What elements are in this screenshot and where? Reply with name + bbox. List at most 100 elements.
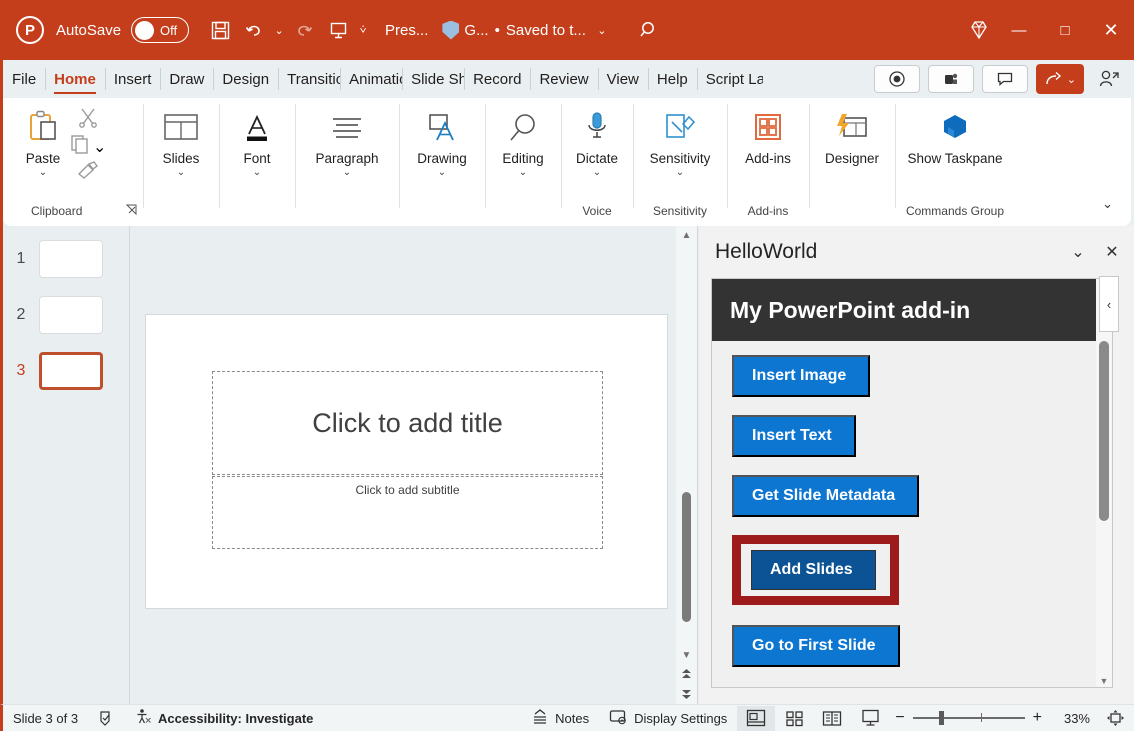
scrollbar-thumb[interactable] (682, 492, 691, 622)
task-pane-collapse-handle[interactable]: ‹ (1099, 276, 1119, 332)
dictate-dropdown-icon[interactable]: ⌄ (593, 168, 601, 178)
tab-transitions[interactable]: Transitior (278, 60, 340, 98)
thumbnail-preview[interactable] (39, 296, 103, 334)
tab-view[interactable]: View (598, 60, 648, 98)
paragraph-dropdown-icon[interactable]: ⌄ (343, 168, 351, 178)
save-icon[interactable] (203, 13, 237, 47)
undo-dropdown-icon[interactable]: ⌄ (271, 24, 287, 37)
drawing-button[interactable]: Drawing ⌄ (411, 104, 473, 180)
undo-icon[interactable] (237, 13, 271, 47)
copilot-diamond-icon[interactable] (962, 13, 996, 47)
zoom-in-button[interactable]: + (1033, 709, 1042, 727)
title-placeholder[interactable]: Click to add title (212, 371, 603, 475)
fit-to-window-button[interactable] (1096, 706, 1134, 731)
minimize-button[interactable]: — (996, 0, 1042, 60)
designer-button[interactable]: Designer (819, 104, 885, 169)
ribbon-collapse-icon[interactable]: ⌄ (1102, 196, 1113, 212)
format-painter-icon[interactable] (76, 160, 100, 185)
autosave-toggle[interactable]: Off (131, 17, 189, 43)
get-slide-metadata-button[interactable]: Get Slide Metadata (732, 475, 919, 517)
tab-animations[interactable]: Animatio (340, 60, 402, 98)
insert-text-button[interactable]: Insert Text (732, 415, 856, 457)
slides-button[interactable]: Slides ⌄ (155, 104, 207, 180)
tab-script-lab[interactable]: Script Lab (697, 60, 763, 98)
reading-view-button[interactable] (813, 706, 851, 731)
redo-icon[interactable] (287, 13, 321, 47)
sensitivity-dropdown-icon[interactable]: ⌄ (676, 168, 684, 178)
search-icon[interactable] (632, 13, 666, 47)
maximize-button[interactable]: □ (1042, 0, 1088, 60)
zoom-out-button[interactable]: − (895, 709, 904, 727)
slides-dropdown-icon[interactable]: ⌄ (177, 168, 185, 178)
clipboard-dialog-launcher[interactable] (126, 204, 137, 218)
accessibility-status[interactable]: Accessibility: Investigate (125, 708, 323, 728)
record-button[interactable] (874, 65, 920, 93)
go-to-first-slide-button[interactable]: Go to First Slide (732, 625, 900, 667)
add-slides-button[interactable]: Add Slides (751, 550, 876, 590)
close-button[interactable]: ✕ (1088, 0, 1134, 60)
copy-dropdown-icon[interactable]: ⌄ (93, 137, 106, 157)
thumbnail-slide-1[interactable]: 1 (3, 240, 129, 278)
tab-home[interactable]: Home (45, 60, 105, 98)
canvas-vertical-scrollbar[interactable]: ▲ ▼ (676, 226, 698, 704)
tab-insert[interactable]: Insert (105, 60, 161, 98)
tab-file[interactable]: File (3, 60, 45, 98)
thumbnail-preview[interactable] (39, 240, 103, 278)
display-settings-button[interactable]: Display Settings (599, 709, 737, 728)
zoom-slider[interactable] (913, 717, 1025, 719)
normal-view-button[interactable] (737, 706, 775, 731)
previous-slide-button[interactable] (676, 664, 698, 684)
paragraph-button[interactable]: Paragraph ⌄ (309, 104, 384, 180)
scrollbar-track[interactable] (676, 244, 698, 646)
notes-button[interactable]: Notes (521, 709, 599, 728)
save-status[interactable]: Saved to t... (506, 22, 586, 39)
close-icon[interactable]: ✕ (1095, 235, 1129, 269)
tab-draw[interactable]: Draw (160, 60, 213, 98)
teams-present-button[interactable] (928, 65, 974, 93)
sensitivity-label[interactable]: G... (464, 22, 488, 39)
scroll-down-arrow-icon[interactable]: ▼ (676, 646, 698, 664)
tab-record[interactable]: Record (464, 60, 530, 98)
editing-button[interactable]: Editing ⌄ (496, 104, 549, 180)
chevron-down-icon[interactable]: ⌄ (1061, 235, 1095, 269)
person-add-icon[interactable] (1092, 69, 1126, 89)
slideshow-button[interactable] (851, 706, 889, 731)
dictate-button[interactable]: Dictate ⌄ (570, 104, 624, 180)
thumbnail-preview[interactable] (39, 352, 103, 390)
next-slide-button[interactable] (676, 684, 698, 704)
slide-canvas-area[interactable]: Click to add title Click to add subtitle (131, 226, 676, 704)
sensitivity-button[interactable]: Sensitivity ⌄ (644, 104, 717, 180)
tab-design[interactable]: Design (213, 60, 278, 98)
addins-button[interactable]: Add-ins (739, 104, 797, 169)
share-button[interactable]: ⌄ (1036, 64, 1084, 94)
tab-review[interactable]: Review (530, 60, 597, 98)
tab-slide-show[interactable]: Slide Sho (402, 60, 464, 98)
subtitle-placeholder[interactable]: Click to add subtitle (212, 476, 603, 549)
cut-icon[interactable] (77, 106, 99, 133)
slide-sorter-button[interactable] (775, 706, 813, 731)
start-presentation-icon[interactable] (321, 13, 355, 47)
insert-image-button[interactable]: Insert Image (732, 355, 870, 397)
scroll-up-arrow-icon[interactable]: ▲ (676, 226, 698, 244)
paste-dropdown-icon[interactable]: ⌄ (39, 168, 47, 178)
slide-counter[interactable]: Slide 3 of 3 (3, 711, 88, 726)
save-status-chevron-icon[interactable]: ⌄ (594, 24, 610, 37)
addin-scroll-down-icon[interactable]: ▼ (1096, 676, 1112, 686)
thumbnail-slide-2[interactable]: 2 (3, 296, 129, 334)
editing-dropdown-icon[interactable]: ⌄ (519, 168, 527, 178)
font-dropdown-icon[interactable]: ⌄ (253, 168, 261, 178)
thumbnail-slide-3[interactable]: 3 (3, 352, 129, 390)
addin-scrollbar-thumb[interactable] (1099, 341, 1109, 521)
zoom-slider-handle[interactable] (939, 711, 944, 725)
paste-button[interactable]: Paste ⌄ (17, 104, 69, 180)
comments-button[interactable] (982, 65, 1028, 93)
drawing-dropdown-icon[interactable]: ⌄ (438, 168, 446, 178)
customize-quick-access-icon[interactable]: ⩒ (355, 24, 371, 37)
copy-icon[interactable] (69, 133, 91, 160)
document-name[interactable]: Pres... (385, 22, 428, 39)
font-button[interactable]: Font ⌄ (231, 104, 283, 180)
zoom-level[interactable]: 33% (1050, 711, 1090, 726)
tab-help[interactable]: Help (648, 60, 697, 98)
spellcheck-icon[interactable] (88, 710, 125, 727)
show-taskpane-button[interactable]: Show Taskpane (901, 104, 1008, 169)
